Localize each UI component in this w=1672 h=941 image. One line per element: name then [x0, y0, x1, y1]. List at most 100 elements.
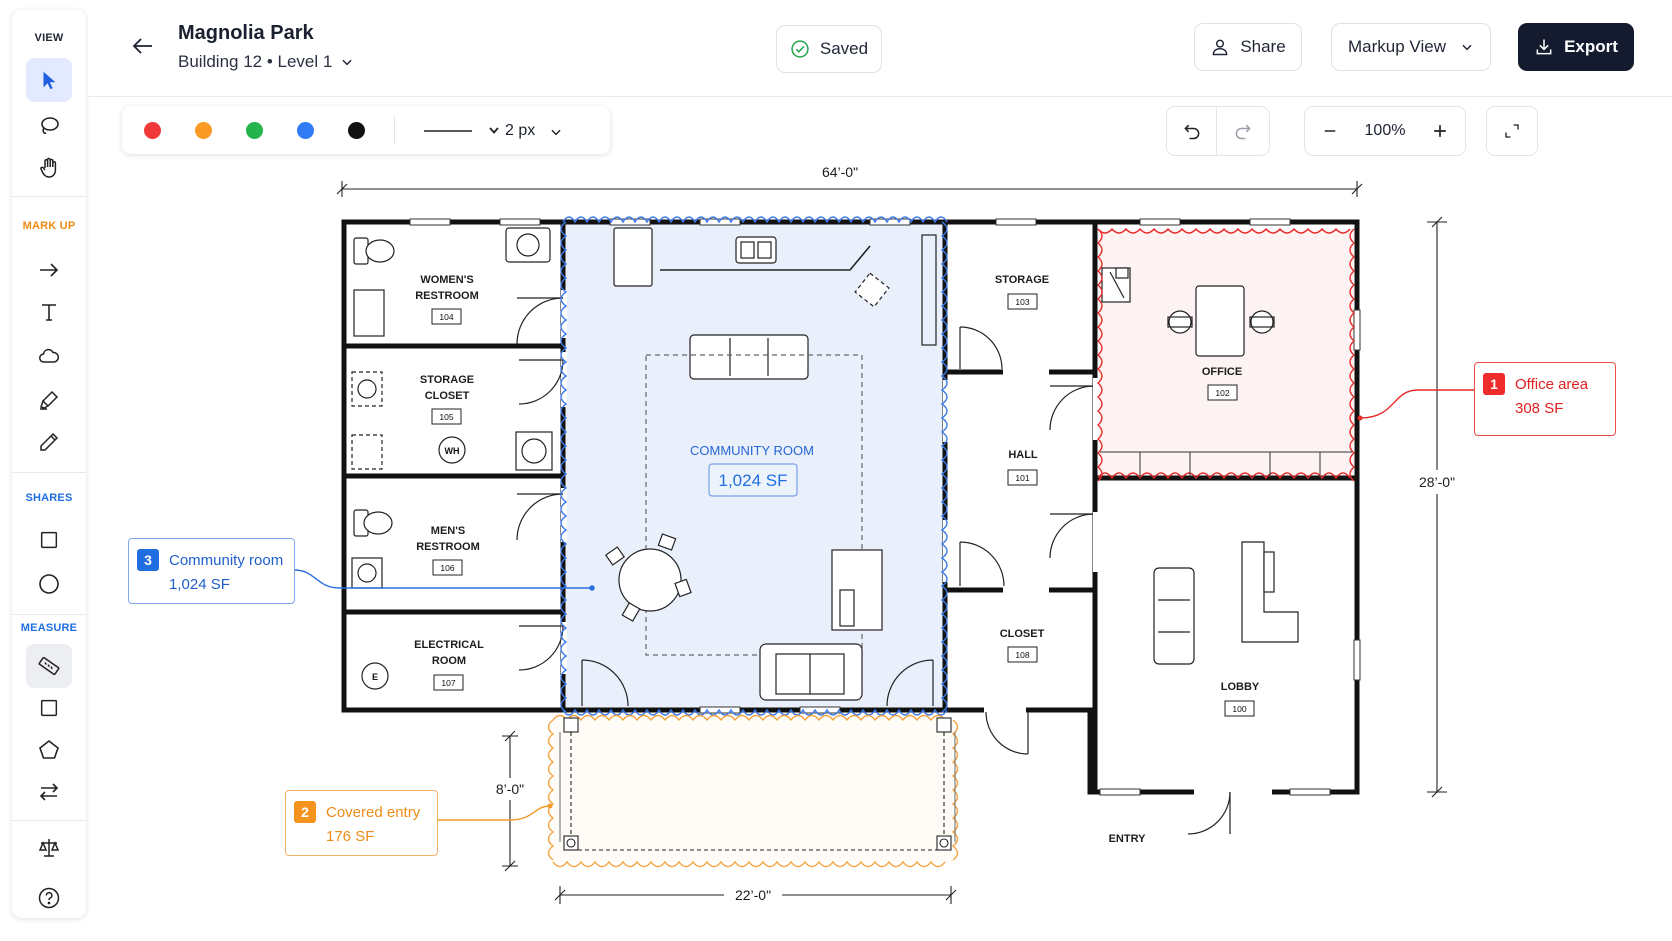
line-style-dropdown[interactable] [418, 118, 508, 144]
windows [409, 218, 1361, 796]
compare-tool[interactable] [26, 770, 72, 814]
callout-community-room[interactable]: 3 Community room 1,024 SF [128, 538, 295, 604]
callout-leader-office [1359, 389, 1474, 419]
room-number: 108 [1015, 650, 1029, 660]
room-name: CLOSET [1000, 628, 1045, 640]
level-selector[interactable]: Building 12 • Level 1 [178, 52, 354, 72]
walls [341, 219, 1360, 795]
redo-button[interactable] [1217, 107, 1269, 155]
text-tool[interactable] [26, 290, 72, 334]
callout-number: 3 [137, 549, 159, 571]
room-number: 102 [1215, 388, 1229, 398]
callout-area: 176 SF [326, 828, 375, 845]
color-swatch-green[interactable] [246, 122, 263, 139]
arrow-right-icon [40, 263, 59, 277]
toolbar-divider [394, 116, 395, 144]
square-icon [40, 531, 58, 549]
export-button[interactable]: Export [1518, 23, 1634, 71]
help-button[interactable] [26, 876, 72, 920]
rail-divider [12, 614, 86, 615]
color-swatch-blue[interactable] [297, 122, 314, 139]
fullscreen-icon [1505, 124, 1519, 138]
covered-entry-cloud [547, 714, 959, 868]
lasso-icon [41, 117, 59, 134]
share-button[interactable]: Share [1194, 23, 1302, 71]
office-area-fill [1098, 230, 1354, 478]
arrow-left-icon [132, 38, 152, 54]
export-button-label: Export [1564, 37, 1618, 56]
text-icon [42, 304, 56, 321]
pentagon-icon [39, 739, 59, 759]
minus-icon [1324, 130, 1336, 132]
saved-label: Saved [819, 39, 869, 58]
color-swatch-orange[interactable] [195, 122, 212, 139]
chevron-down-icon [551, 129, 561, 136]
room-name: MEN'S [431, 525, 465, 537]
lasso-tool[interactable] [26, 104, 72, 148]
zoom-out-button[interactable] [1305, 107, 1355, 155]
view-mode-label: Markup View [1348, 37, 1446, 56]
undo-button[interactable] [1167, 107, 1217, 155]
callout-covered-entry[interactable]: 2 Covered entry 176 SF [285, 790, 438, 856]
stroke-width-dropdown[interactable]: 2 px [505, 118, 575, 144]
view-mode-dropdown[interactable]: Markup View [1331, 23, 1491, 71]
office-area-cloud [1096, 227, 1356, 482]
section-markup-label: MARK UP [22, 220, 76, 232]
user-icon [1212, 39, 1228, 56]
room-name: OFFICE [1202, 366, 1242, 378]
area-measure-tool[interactable] [26, 686, 72, 730]
zoom-controls: 100% [1304, 106, 1466, 156]
callout-title: Community room [169, 552, 284, 569]
scale-tool[interactable] [26, 826, 72, 870]
select-tool[interactable] [26, 58, 72, 102]
room-name-line2: RESTROOM [415, 290, 479, 302]
room-name: LOBBY [1221, 681, 1260, 693]
length-measure-tool[interactable] [26, 644, 72, 688]
highlighter-tool[interactable] [26, 378, 72, 422]
tool-rail: VIEW MARK UP SHARES MEASURE [12, 10, 86, 918]
hand-icon [40, 157, 57, 178]
room-number: 104 [439, 312, 453, 322]
back-button[interactable] [128, 31, 158, 61]
fullscreen-button[interactable] [1486, 106, 1538, 156]
zoom-in-button[interactable] [1415, 107, 1465, 155]
rail-divider [12, 820, 86, 821]
room-labels: WOMEN'S RESTROOM 104 STORAGE CLOSET 105 … [372, 274, 1260, 845]
section-measure-label: MEASURE [20, 622, 78, 634]
fixtures [351, 227, 1299, 701]
balance-scale-icon [38, 839, 60, 857]
ellipse-shape-tool[interactable] [26, 562, 72, 606]
color-swatch-red[interactable] [144, 122, 161, 139]
square-icon [40, 699, 58, 717]
dimension-overall-width: 64’-0" [822, 164, 858, 180]
share-button-label: Share [1240, 37, 1286, 56]
community-room-name: COMMUNITY ROOM [690, 443, 814, 458]
callout-number: 1 [1483, 373, 1505, 395]
polygon-measure-tool[interactable] [26, 728, 72, 772]
pan-tool[interactable] [26, 146, 72, 190]
callout-office-area[interactable]: 1 Office area 308 SF [1474, 362, 1616, 436]
line-style-preview [424, 127, 499, 134]
chevron-down-icon [1462, 44, 1472, 51]
cloud-tool[interactable] [26, 334, 72, 378]
section-shares-label: SHARES [25, 492, 73, 504]
zoom-level: 100% [1364, 122, 1406, 139]
room-number: 105 [439, 412, 453, 422]
arrow-tool[interactable] [26, 248, 72, 292]
dimension-overall-depth: 28’-0" [1419, 474, 1455, 490]
color-swatch-black[interactable] [348, 122, 365, 139]
callout-leader-community [293, 569, 592, 589]
highlighter-icon [40, 390, 59, 410]
room-number: 107 [441, 678, 455, 688]
section-view-label: VIEW [34, 32, 64, 44]
undo-icon [1183, 124, 1199, 140]
pencil-tool[interactable] [26, 420, 72, 464]
chevron-down-icon [489, 127, 499, 134]
entry-columns [559, 717, 956, 851]
markup-style-toolbar: 2 px [122, 106, 610, 154]
cursor-icon [43, 71, 56, 90]
room-number: 103 [1015, 297, 1029, 307]
chevron-down-icon [342, 59, 352, 66]
callout-title: Covered entry [326, 804, 421, 821]
rectangle-shape-tool[interactable] [26, 518, 72, 562]
